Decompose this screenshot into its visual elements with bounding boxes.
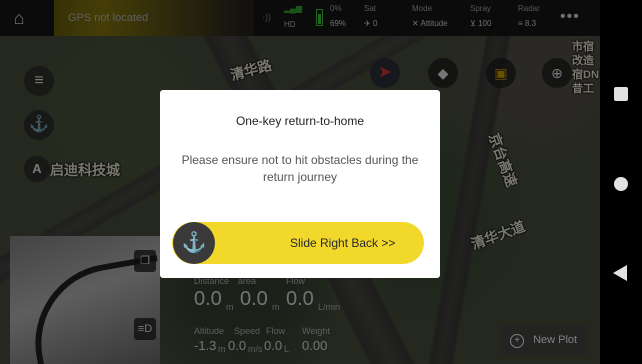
back-icon[interactable] bbox=[613, 265, 627, 281]
dialog-title: One-key return-to-home bbox=[235, 114, 365, 128]
recents-icon[interactable] bbox=[614, 87, 628, 101]
app-screen: 清华路 启迪科技城 清华大道 京台高速 市宿 改造 宿DN 昔工 ⌂ GPS n… bbox=[0, 0, 600, 364]
return-home-dialog: One-key return-to-home Please ensure not… bbox=[160, 90, 440, 278]
android-nav-bar bbox=[600, 0, 642, 364]
dialog-message: Please ensure not to hit obstacles durin… bbox=[181, 153, 419, 184]
slide-to-return-slider[interactable]: ⚓ Slide Right Back >> bbox=[172, 222, 424, 264]
return-home-icon[interactable]: ⚓ bbox=[173, 222, 215, 264]
slider-label: Slide Right Back >> bbox=[290, 236, 396, 250]
home-nav-icon[interactable] bbox=[614, 177, 628, 191]
